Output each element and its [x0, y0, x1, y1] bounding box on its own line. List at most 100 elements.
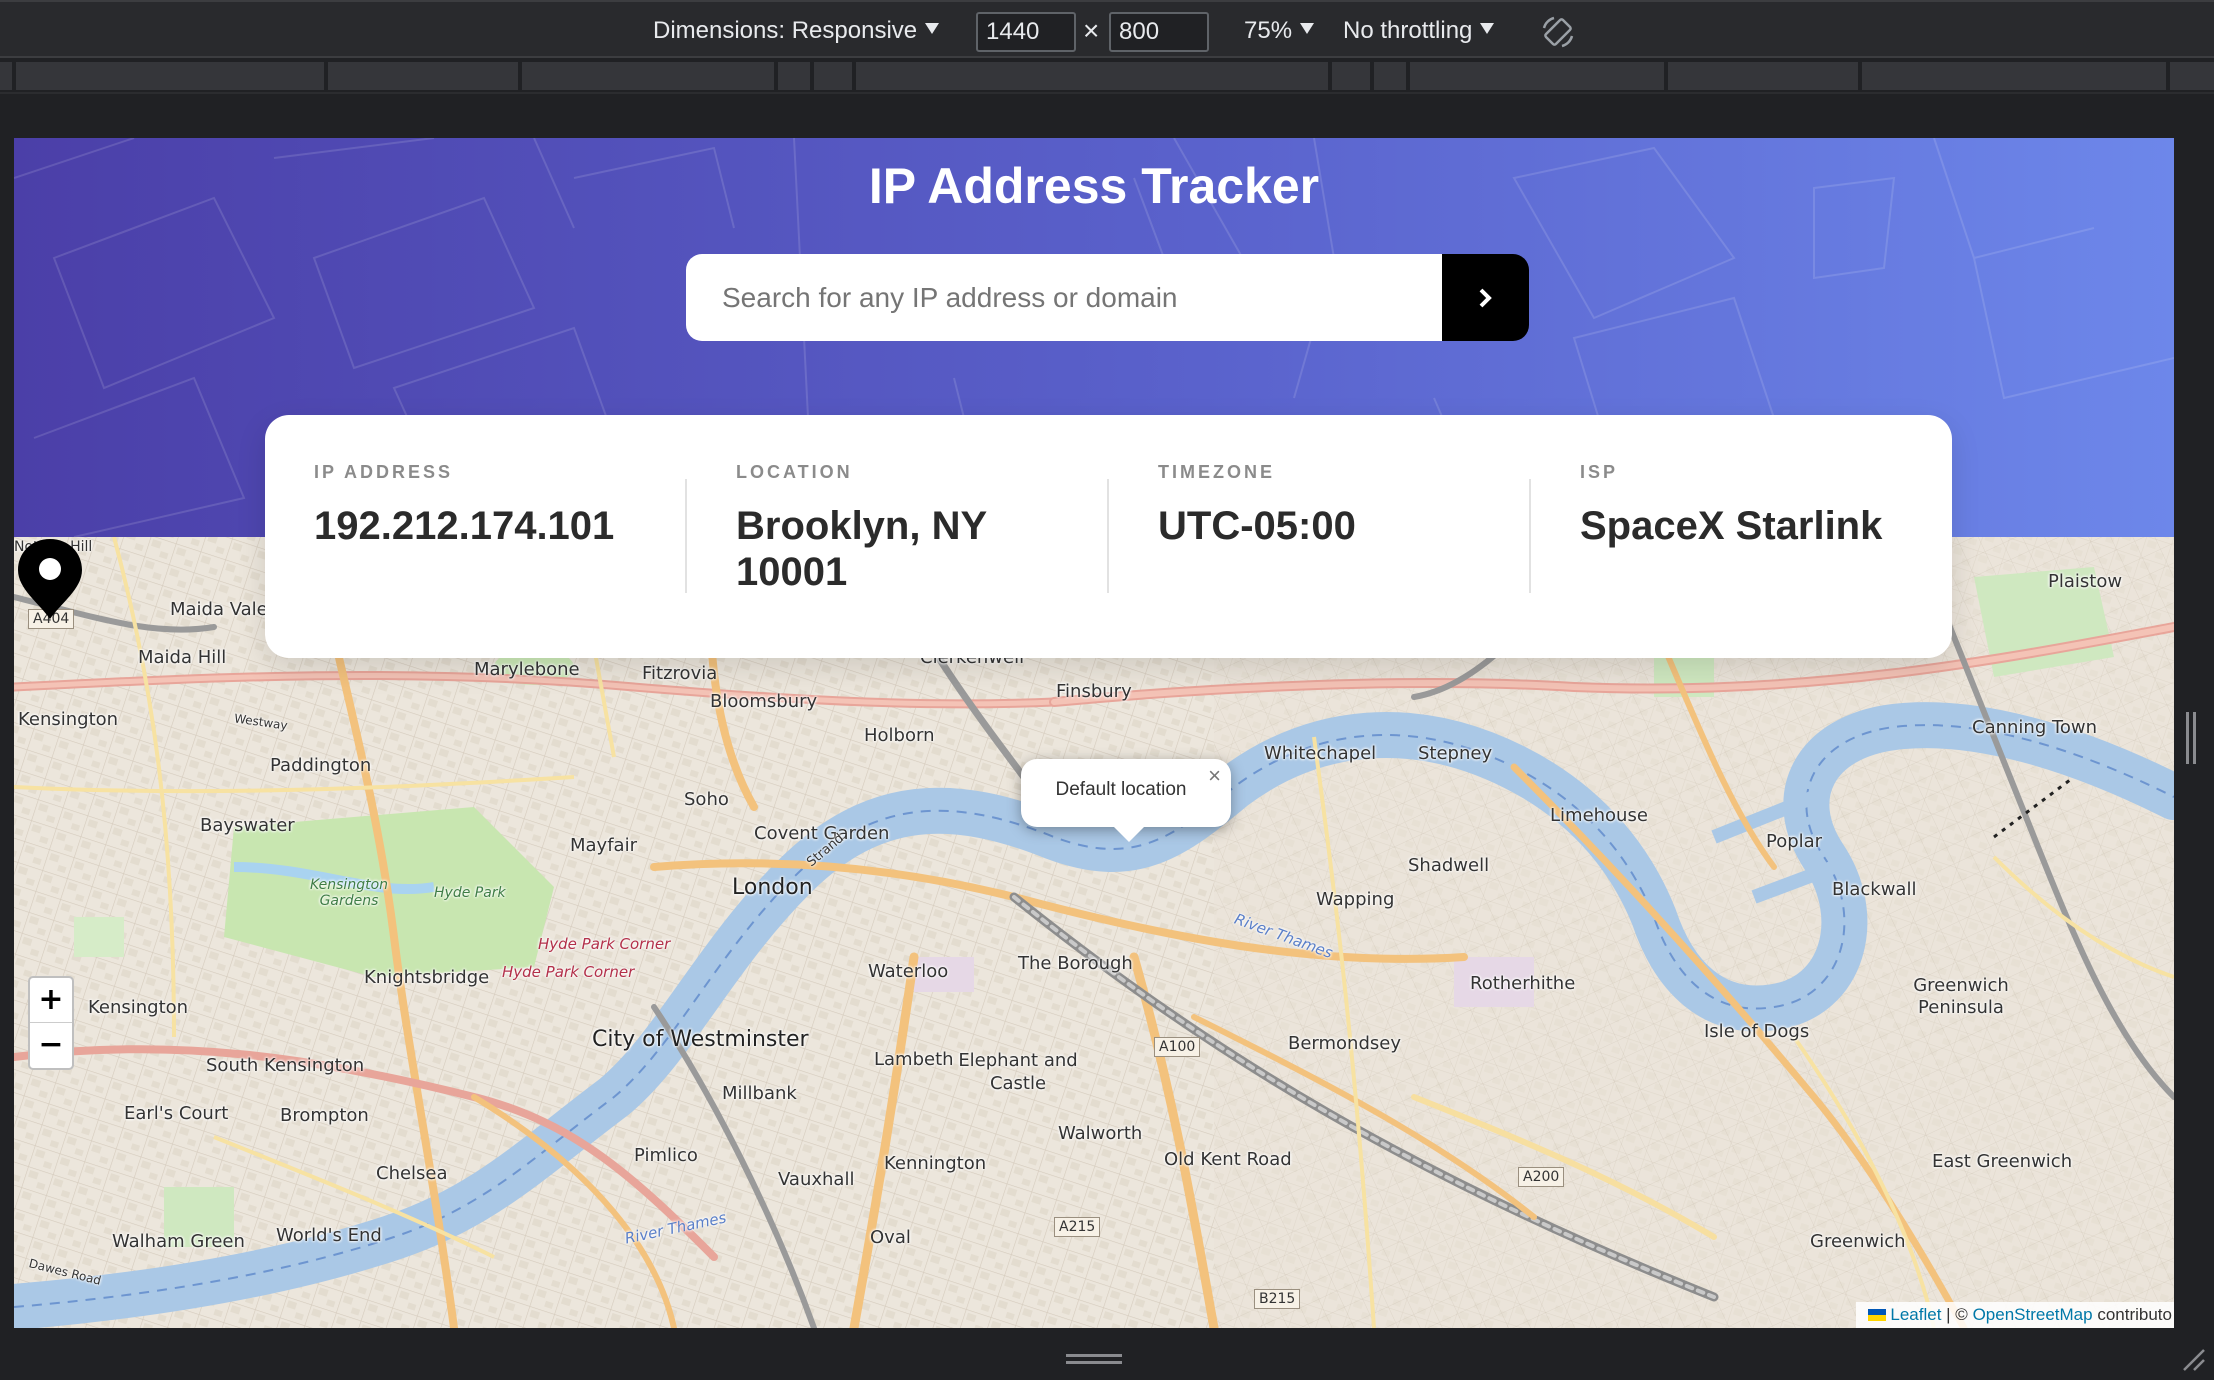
- map-label: Bloomsbury: [710, 691, 818, 712]
- dimensions-dropdown[interactable]: Dimensions: Responsive: [653, 16, 940, 46]
- zoom-dropdown[interactable]: 75%: [1244, 16, 1315, 46]
- map-label: Knightsbridge: [364, 967, 490, 988]
- chevron-right-icon: [1479, 288, 1492, 307]
- attribution-suffix: contributo: [2097, 1305, 2172, 1324]
- map-label: Finsbury: [1056, 681, 1132, 702]
- map-popup: Default location ×: [1021, 759, 1231, 827]
- map-label: Holborn: [864, 725, 935, 746]
- map-label: Kensington: [88, 997, 189, 1018]
- map-label: Covent Garden: [754, 823, 890, 844]
- caret-down-icon: [1480, 23, 1495, 34]
- map-label: Whitechapel: [1264, 743, 1377, 764]
- map-label: Greenwich Peninsula: [1913, 975, 2009, 1018]
- dimensions-label: Dimensions: Responsive: [653, 17, 918, 44]
- map-label: Kensington: [18, 709, 119, 730]
- media-query-segment[interactable]: [814, 62, 852, 90]
- search-input[interactable]: [686, 254, 1442, 341]
- map-label: Hyde Park Corner: [538, 935, 671, 953]
- map-label: Wapping: [1316, 889, 1395, 910]
- divider: [1529, 479, 1531, 593]
- info-label: TIMEZONE: [1158, 462, 1275, 482]
- map-label: Greenwich: [1810, 1231, 1906, 1252]
- rotate-icon[interactable]: [1540, 14, 1576, 50]
- media-query-segment[interactable]: [1374, 62, 1406, 90]
- map-label: Kennington: [884, 1153, 987, 1174]
- media-query-segment[interactable]: [1332, 62, 1370, 90]
- divider: [685, 479, 687, 593]
- info-label: IP ADDRESS: [314, 462, 454, 482]
- media-query-segment[interactable]: [0, 62, 12, 90]
- map-label: Kensington Gardens: [309, 877, 389, 909]
- search-submit-button[interactable]: [1442, 254, 1529, 341]
- map-label: World's End: [276, 1225, 382, 1246]
- devtools-device-toolbar: Dimensions: Responsive 1440 × 800 75% No…: [0, 0, 2214, 58]
- road-shield: A200: [1518, 1167, 1565, 1187]
- map-label: Walham Green: [112, 1231, 245, 1252]
- resize-handle-bottom[interactable]: [1066, 1354, 1122, 1364]
- media-query-segment[interactable]: [1410, 62, 1664, 90]
- map-label: Shadwell: [1408, 855, 1490, 876]
- map-attribution: Leaflet | © OpenStreetMap contributo: [1856, 1302, 2174, 1328]
- media-query-segment[interactable]: [1862, 62, 2166, 90]
- media-query-segment[interactable]: [328, 62, 518, 90]
- map-label: Isle of Dogs: [1704, 1021, 1810, 1042]
- map-label: Bayswater: [200, 815, 295, 836]
- info-value: UTC-05:00: [1158, 504, 1356, 548]
- map-label: Fitzrovia: [642, 663, 718, 684]
- info-value: 192.212.174.101: [314, 504, 615, 548]
- viewport-height-input[interactable]: 800: [1109, 12, 1209, 52]
- map-label: Lambeth: [874, 1049, 954, 1070]
- popup-tip: [1111, 824, 1147, 842]
- map-label: Waterloo: [868, 961, 949, 982]
- caret-down-icon: [925, 23, 940, 34]
- resize-handle-right[interactable]: [2186, 712, 2196, 764]
- map-label: Mayfair: [570, 835, 637, 856]
- location-pin-icon[interactable]: [14, 537, 86, 621]
- popup-text: Default location: [1055, 779, 1187, 800]
- map-label: Hyde Park Corner: [502, 963, 635, 981]
- times-symbol: ×: [1083, 15, 1100, 46]
- map-label: Limehouse: [1550, 805, 1648, 826]
- road-shield: A100: [1154, 1037, 1201, 1057]
- road-shield: A215: [1054, 1217, 1101, 1237]
- zoom-control: + −: [28, 976, 74, 1070]
- media-query-segment[interactable]: [16, 62, 324, 90]
- leaflet-link[interactable]: Leaflet: [1890, 1305, 1941, 1324]
- map-label: Canning Town: [1972, 717, 2098, 738]
- throttling-dropdown[interactable]: No throttling: [1343, 16, 1495, 46]
- map-label: Elephant and Castle: [958, 1050, 1078, 1094]
- map-label: Old Kent Road: [1164, 1149, 1292, 1170]
- map-label: Paddington: [270, 755, 372, 776]
- map-label: Poplar: [1766, 831, 1823, 852]
- map-label: Soho: [684, 789, 729, 810]
- info-label: ISP: [1580, 462, 1619, 482]
- map-label: Stepney: [1418, 743, 1493, 764]
- close-icon[interactable]: ×: [1208, 763, 1221, 789]
- map-label: Oval: [870, 1227, 911, 1248]
- map-label: Bermondsey: [1288, 1033, 1401, 1054]
- map-label: Brompton: [280, 1105, 369, 1126]
- resize-corner-icon[interactable]: [2178, 1344, 2206, 1372]
- media-query-segment[interactable]: [1668, 62, 1858, 90]
- zoom-in-button[interactable]: +: [30, 978, 72, 1023]
- map-label: Maida Vale: [170, 599, 268, 620]
- caret-down-icon: [1300, 23, 1315, 34]
- ip-info-card: IP ADDRESS 192.212.174.101 LOCATION Broo…: [265, 415, 1952, 658]
- search-form: [686, 254, 1529, 341]
- media-query-segment[interactable]: [856, 62, 1328, 90]
- zoom-out-button[interactable]: −: [30, 1023, 72, 1068]
- info-value: SpaceX Starlink: [1580, 504, 1883, 548]
- media-query-segment[interactable]: [522, 62, 774, 90]
- map-label: London: [732, 875, 813, 900]
- openstreetmap-link[interactable]: OpenStreetMap: [1973, 1305, 2093, 1324]
- devtools-bottom-bar: [0, 1340, 2214, 1380]
- info-value: Brooklyn, NY 10001: [736, 504, 987, 594]
- map-label: Rotherhithe: [1470, 973, 1576, 994]
- map-label: Pimlico: [634, 1145, 698, 1166]
- throttling-label: No throttling: [1343, 17, 1473, 44]
- media-query-segment[interactable]: [778, 62, 810, 90]
- viewport-width-input[interactable]: 1440: [976, 12, 1076, 52]
- emulated-viewport: IP Address Tracker IP ADDRESS 192.212.17…: [14, 138, 2174, 1328]
- media-query-segment[interactable]: [2170, 62, 2214, 90]
- map-label: Marylebone: [474, 659, 580, 680]
